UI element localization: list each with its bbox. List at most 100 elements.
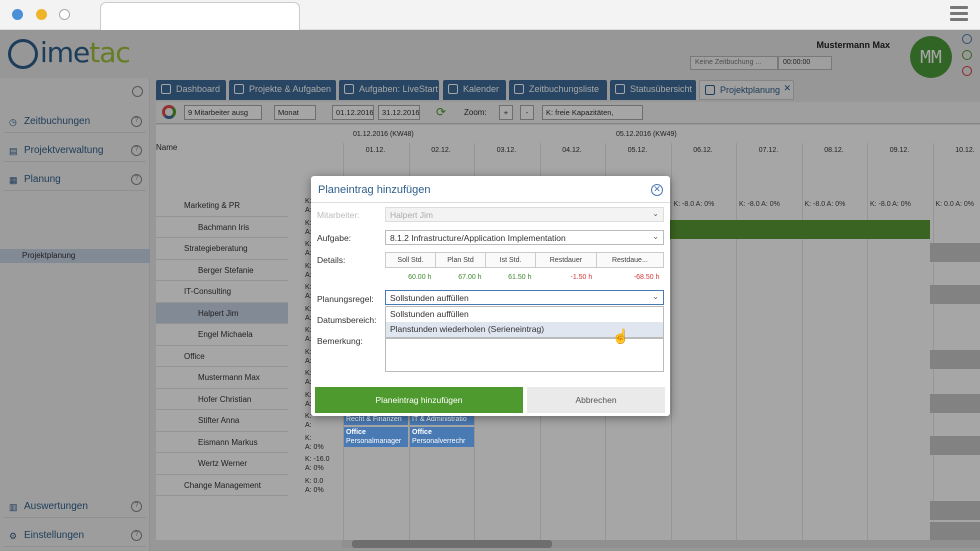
status-icon [615,84,625,94]
sidebar-item-auswertungen[interactable]: ▥ Auswertungen? [4,496,146,518]
employee-row[interactable]: Eismann Markus [156,432,288,453]
help-icon[interactable]: ? [131,530,142,541]
filter-select[interactable]: K: freie Kapazitäten, [542,105,643,120]
sidebar-item-projektverwaltung[interactable]: ▤ Projektverwaltung? [4,140,146,162]
sidebar-sub-projektplanung[interactable]: Projektplanung [0,249,150,263]
tab-label: Kalender [463,84,500,94]
group-row[interactable]: Change Management [156,475,288,496]
help-icon[interactable]: ? [131,501,142,512]
clock-icon: ◷ [9,117,17,127]
employee-row[interactable]: Engel Michaela [156,324,288,346]
employee-label: Mitarbeiter: [317,210,360,220]
weekend-cell [930,394,980,413]
toolbar: 9 Mitarbeiter ausg Monat 01.12.2016 31.1… [156,102,980,124]
details-value: 61.50 h [508,274,532,282]
weekend-cell [930,522,980,541]
employee-row[interactable]: Berger Stefanie [156,260,288,281]
day-capacity-cell: K: -8.0 A: 0% [870,201,911,208]
employee-row[interactable]: Wertz Werner [156,453,288,475]
help-icon[interactable]: ? [131,174,142,185]
block-office-2[interactable]: Office Personalverrechr [410,427,474,447]
scrollbar-thumb[interactable] [352,540,552,548]
day-header: 02.12. [431,147,451,154]
cancel-button[interactable]: Abbrechen [527,387,665,413]
employee-row[interactable]: Stifter Anna [156,410,288,432]
calendar-icon [448,84,458,94]
tab-projektplanung[interactable]: Projektplanung ✕ [699,80,794,100]
group-row[interactable]: Strategieberatung [156,238,288,260]
date-from-field[interactable]: 01.12.2016 [332,105,374,120]
folder-icon [234,84,244,94]
employee-select[interactable]: 9 Mitarbeiter ausg [184,105,262,120]
sidebar-item-planung[interactable]: ▦ Planung? [4,169,146,191]
details-value: -68.50 h [633,274,660,282]
tab-kalender[interactable]: Kalender [443,80,506,100]
day-header: 01.12. [365,147,386,154]
rule-option[interactable]: Sollstunden auffüllen [386,307,663,322]
tab-livestart[interactable]: Aufgaben: LiveStart [339,80,439,100]
group-row[interactable]: Office [156,346,288,367]
block-title: Office [412,429,432,436]
sidebar-item-einstellungen[interactable]: ⚙ Einstellungen? [4,525,146,547]
day-capacity-cell: K: -8.0 A: 0% [673,201,715,208]
timer-value[interactable]: 00:00:00 [778,56,832,70]
capacity-a: A: 0% [305,486,324,494]
tab-projekte[interactable]: Projekte & Aufgaben [229,80,336,100]
chevron-down-icon: ⌄ [652,209,659,218]
details-header: Soll Std. [385,252,436,268]
zoom-out-button[interactable]: - [520,105,534,120]
menu-icon[interactable] [950,6,968,24]
details-table: Soll Std. Plan Std Ist Std. Restdauer Re… [385,252,665,283]
planned-entry-bar[interactable] [670,220,930,239]
add-entry-button[interactable]: Planeintrag hinzufügen [315,387,523,413]
collapse-icon[interactable] [132,86,143,97]
timer-select[interactable]: Keine Zeitbuchung ... [690,56,778,70]
bar-chart-icon: ▥ [9,502,18,512]
tab-label: Dashboard [176,84,221,94]
sidebar-item-zeitbuchungen[interactable]: ◷ Zeitbuchungen? [4,111,146,133]
employee-row[interactable]: Mustermann Max [156,367,288,389]
sidebar-item-label: Projektverwaltung [24,145,104,156]
employee-row[interactable]: Halpert Jim [156,302,288,324]
period-select[interactable]: Monat [274,105,316,120]
column-divider [670,143,672,540]
refresh-icon[interactable]: ⟳ [436,105,446,119]
task-select[interactable]: 8.1.2 Infrastructure/Application Impleme… [385,230,664,245]
horizontal-scrollbar[interactable] [342,540,980,548]
week-header: 01.12.2016 (KW48) [353,131,414,138]
browser-tab[interactable] [100,2,300,30]
column-divider [801,143,803,540]
group-row[interactable]: IT-Consulting [156,281,288,303]
capacity-k: K: [305,434,312,442]
rule-select[interactable]: Sollstunden auffüllen ⌄ [385,290,664,305]
avatar[interactable]: MM [910,36,952,78]
window-dot-white[interactable] [59,9,70,20]
details-value: -1.50 h [570,274,593,282]
color-wheel-icon[interactable] [162,105,176,119]
employee-row[interactable]: Hofer Christian [156,389,288,410]
window-dot-blue[interactable] [12,9,23,20]
zoom-in-button[interactable]: + [499,105,513,120]
employee-row[interactable]: Bachmann Iris [156,217,288,238]
power-icon[interactable] [962,66,972,76]
window-dot-yellow[interactable] [36,9,47,20]
refresh-icon[interactable] [962,50,972,60]
tab-dashboard[interactable]: Dashboard [156,80,226,100]
help-icon[interactable]: ? [131,116,142,127]
block-subtitle: Personalmanager [346,438,402,445]
tab-label: Aufgaben: LiveStart [359,84,439,94]
details-header: Restdaue... [595,252,665,268]
tab-statusuebersicht[interactable]: Statusübersicht [610,80,696,100]
task-label: Aufgabe: [317,233,352,243]
group-row[interactable]: Marketing & PR [156,195,288,217]
help-icon[interactable] [962,34,972,44]
document-icon: ▤ [9,146,18,156]
close-tab-icon[interactable]: ✕ [783,83,791,94]
help-icon[interactable]: ? [131,145,142,156]
chart-icon: ▦ [9,175,18,185]
tab-zeitbuchungsliste[interactable]: Zeitbuchungsliste [509,80,607,100]
capacity-a: A: 0% [305,443,324,451]
close-icon[interactable]: ✕ [651,184,663,196]
date-to-field[interactable]: 31.12.2016 [378,105,420,120]
block-office-1[interactable]: Office Personalmanager [344,427,408,447]
